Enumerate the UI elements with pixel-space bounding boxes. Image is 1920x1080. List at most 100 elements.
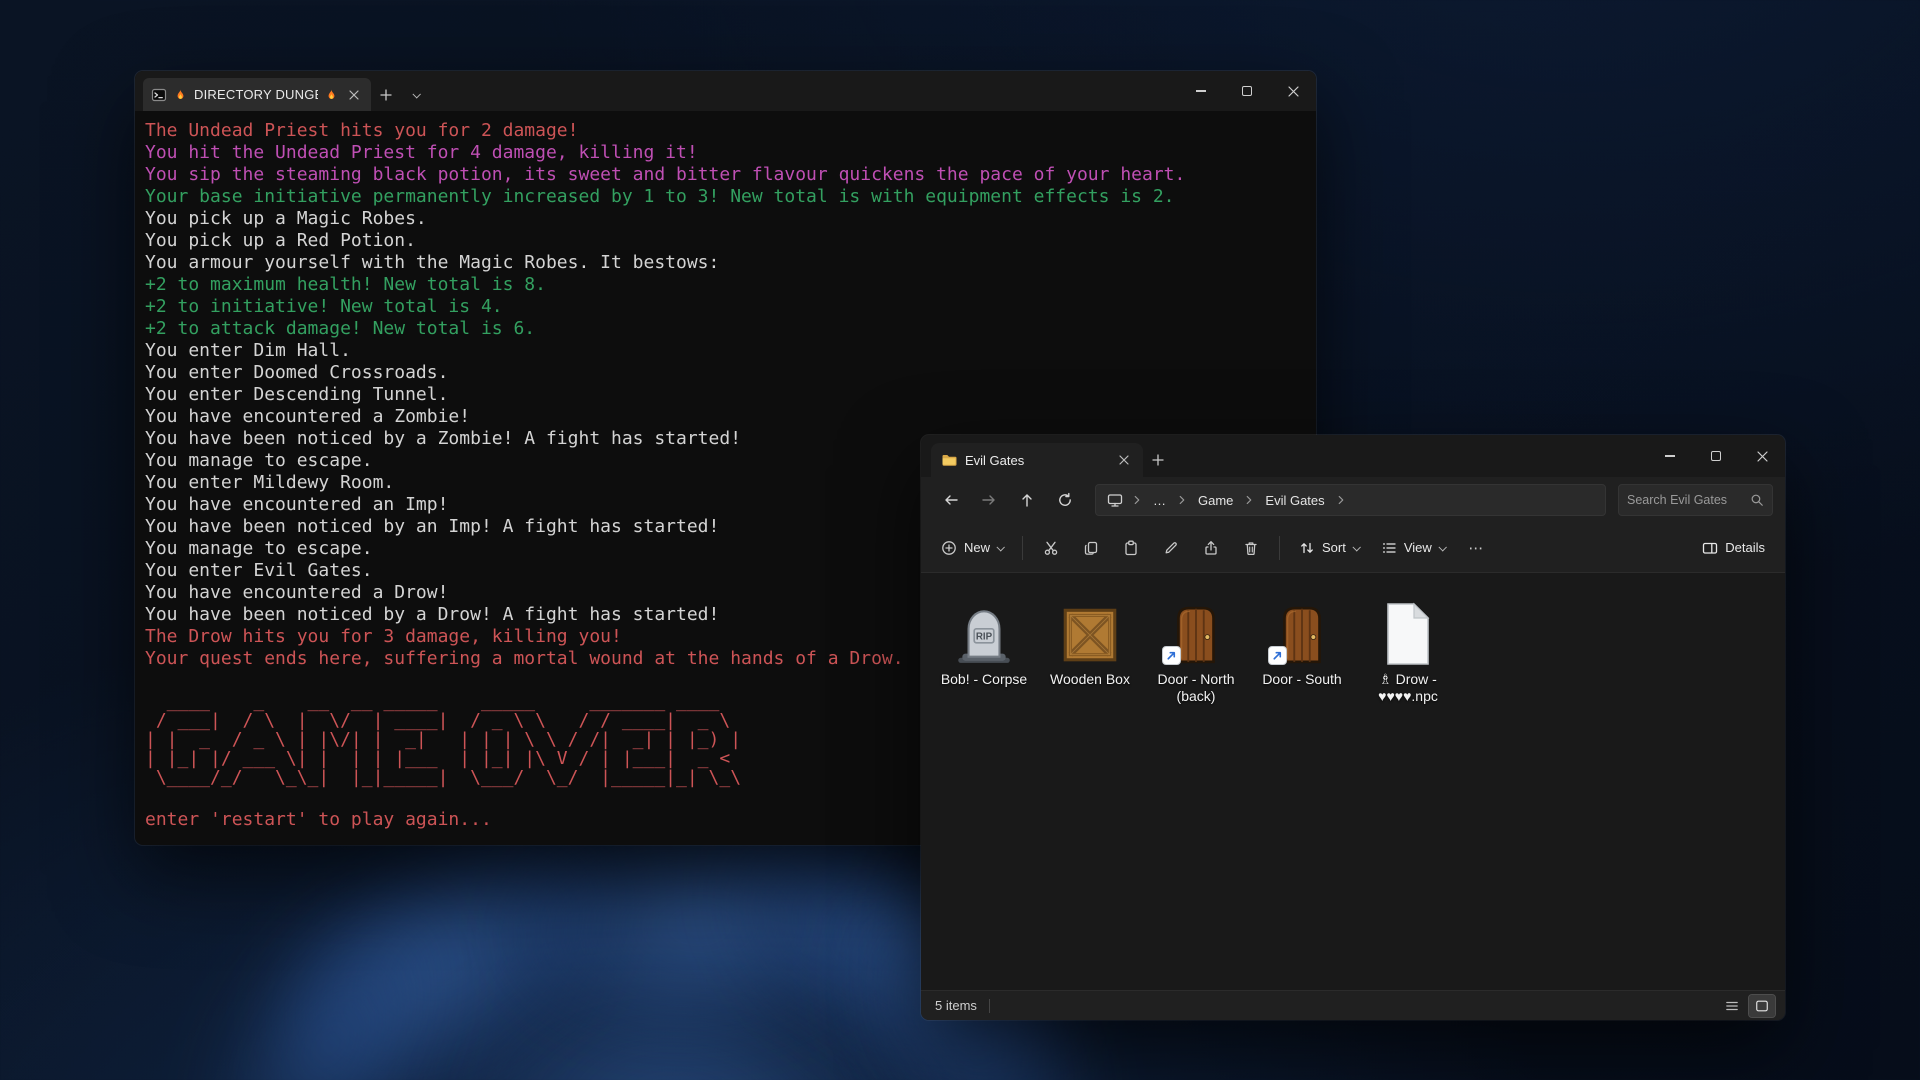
new-button[interactable]: New — [931, 531, 1013, 565]
new-tab-button[interactable] — [1143, 443, 1173, 477]
chevron-right-icon — [1242, 493, 1256, 507]
chevron-right-icon — [1175, 493, 1189, 507]
terminal-line: You enter Dim Hall. — [145, 340, 1306, 362]
terminal-line: +2 to maximum health! New total is 8. — [145, 274, 1306, 296]
breadcrumb: … Game Evil Gates — [1095, 484, 1606, 516]
tab-dropdown-icon[interactable] — [401, 78, 431, 111]
terminal-line: You sip the steaming black potion, its s… — [145, 164, 1306, 186]
paste-button[interactable] — [1112, 531, 1150, 565]
tab-close-icon[interactable] — [1115, 451, 1133, 469]
file-item[interactable]: ♗ Drow - ♥♥♥♥.npc — [1355, 587, 1461, 709]
rename-button[interactable] — [1152, 531, 1190, 565]
shortcut-arrow-icon — [1165, 649, 1178, 662]
copy-button[interactable] — [1072, 531, 1110, 565]
plus-circle-icon — [941, 540, 957, 556]
document-icon — [1380, 601, 1436, 667]
share-button[interactable] — [1192, 531, 1230, 565]
paste-icon — [1123, 540, 1139, 556]
details-view-toggle[interactable] — [1719, 995, 1745, 1017]
terminal-app-icon — [151, 87, 167, 103]
list-view-icon — [1725, 999, 1739, 1013]
explorer-addressbar: … Game Evil Gates — [921, 477, 1785, 523]
breadcrumb-item-game[interactable]: Game — [1191, 490, 1240, 511]
search-box[interactable] — [1618, 484, 1773, 516]
explorer-statusbar: 5 items — [921, 990, 1785, 1020]
file-item[interactable]: RIP Bob! - Corpse — [931, 587, 1037, 709]
terminal-line: Your base initiative permanently increas… — [145, 186, 1306, 208]
file-icon-slot — [1370, 591, 1446, 667]
maximize-button[interactable] — [1693, 435, 1739, 477]
delete-button[interactable] — [1232, 531, 1270, 565]
maximize-button[interactable] — [1224, 71, 1270, 111]
file-label: ♗ Drow - ♥♥♥♥.npc — [1357, 671, 1459, 705]
details-panel-icon — [1702, 540, 1718, 556]
breadcrumb-item-evil-gates[interactable]: Evil Gates — [1258, 490, 1331, 511]
breadcrumb-overflow[interactable]: … — [1146, 490, 1173, 511]
forward-button[interactable] — [971, 484, 1007, 516]
file-label: Wooden Box — [1050, 671, 1130, 688]
cut-button[interactable] — [1032, 531, 1070, 565]
details-button-label: Details — [1725, 540, 1765, 555]
view-button[interactable]: View — [1371, 531, 1455, 565]
close-button[interactable] — [1270, 71, 1316, 111]
wooden-crate-icon — [1057, 601, 1123, 667]
back-button[interactable] — [933, 484, 969, 516]
sort-button[interactable]: Sort — [1289, 531, 1369, 565]
terminal-tab[interactable]: DIRECTORY DUNGEON — [143, 78, 371, 111]
terminal-line: You pick up a Magic Robes. — [145, 208, 1306, 230]
item-count: 5 items — [935, 998, 977, 1013]
rename-icon — [1163, 540, 1179, 556]
terminal-line: You enter Descending Tunnel. — [145, 384, 1306, 406]
terminal-line: You armour yourself with the Magic Robes… — [145, 252, 1306, 274]
file-item[interactable]: Door - North (back) — [1143, 587, 1249, 709]
terminal-line: You enter Doomed Crossroads. — [145, 362, 1306, 384]
svg-text:RIP: RIP — [976, 632, 993, 643]
shortcut-arrow-icon — [1271, 649, 1284, 662]
close-button[interactable] — [1739, 435, 1785, 477]
terminal-line: You have encountered a Zombie! — [145, 406, 1306, 428]
file-grid: RIP Bob! - Corpse Wooden Box Door - Nort… — [921, 573, 1785, 990]
chevron-right-icon — [1334, 493, 1348, 507]
more-options-button[interactable]: ⋯ — [1457, 531, 1495, 565]
explorer-tab-title: Evil Gates — [965, 453, 1107, 468]
minimize-button[interactable] — [1647, 435, 1693, 477]
file-item[interactable]: Wooden Box — [1037, 587, 1143, 709]
explorer-commandbar: New — [921, 523, 1785, 573]
up-button[interactable] — [1009, 484, 1045, 516]
file-item[interactable]: Door - South — [1249, 587, 1355, 709]
view-icon — [1381, 540, 1397, 556]
terminal-line: You hit the Undead Priest for 4 damage, … — [145, 142, 1306, 164]
terminal-tab-title: DIRECTORY DUNGEON — [194, 87, 318, 102]
flame-icon — [325, 88, 338, 102]
new-button-label: New — [964, 540, 990, 555]
sort-button-label: Sort — [1322, 540, 1346, 555]
search-icon — [1750, 493, 1764, 507]
new-tab-button[interactable] — [371, 78, 401, 111]
tab-close-icon[interactable] — [345, 86, 363, 104]
terminal-line: The Undead Priest hits you for 2 damage! — [145, 120, 1306, 142]
file-icon-slot — [1264, 591, 1340, 667]
share-icon — [1203, 540, 1219, 556]
shortcut-overlay — [1162, 646, 1181, 665]
minimize-button[interactable] — [1178, 71, 1224, 111]
file-label: Bob! - Corpse — [941, 671, 1027, 688]
view-button-label: View — [1404, 540, 1432, 555]
details-button[interactable]: Details — [1692, 531, 1775, 565]
shortcut-overlay — [1268, 646, 1287, 665]
explorer-tab[interactable]: Evil Gates — [931, 443, 1143, 477]
explorer-titlebar[interactable]: Evil Gates — [921, 435, 1785, 477]
terminal-line: +2 to initiative! New total is 4. — [145, 296, 1306, 318]
tombstone-icon: RIP — [951, 601, 1017, 667]
explorer-window: Evil Gates — [921, 435, 1785, 1020]
large-icons-view-toggle[interactable] — [1749, 995, 1775, 1017]
folder-icon — [941, 452, 957, 468]
terminal-line: +2 to attack damage! New total is 6. — [145, 318, 1306, 340]
thumbnail-view-icon — [1755, 999, 1769, 1013]
refresh-button[interactable] — [1047, 484, 1083, 516]
this-pc-icon[interactable] — [1102, 492, 1128, 508]
terminal-titlebar[interactable]: DIRECTORY DUNGEON — [135, 71, 1316, 111]
search-input[interactable] — [1627, 493, 1744, 507]
flame-icon — [174, 88, 187, 102]
cut-icon — [1043, 540, 1059, 556]
file-icon-slot — [1052, 591, 1128, 667]
